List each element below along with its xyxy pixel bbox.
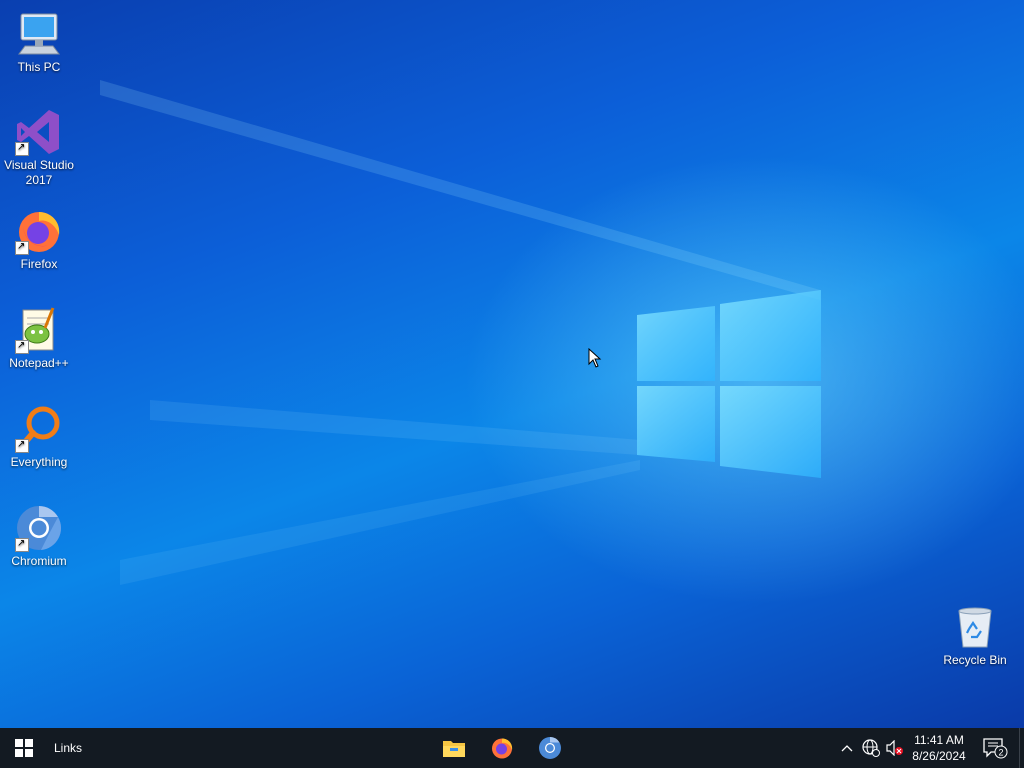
desktop-icon-label: Firefox <box>20 257 58 271</box>
desktop-icon-label: Notepad++ <box>9 356 69 370</box>
visual-studio-icon <box>15 108 63 156</box>
taskbar-firefox[interactable] <box>480 728 524 768</box>
clock-button[interactable]: 11:41 AM 8/26/2024 <box>906 728 972 768</box>
desktop-icon-label: This PC <box>17 60 61 74</box>
wallpaper-windows-logo <box>100 80 821 585</box>
desktop-icon-firefox[interactable]: Firefox <box>1 207 77 272</box>
volume-muted-icon <box>886 740 903 756</box>
volume-tray-button[interactable] <box>884 728 906 768</box>
desktop-icon-recycle-bin[interactable]: Recycle Bin <box>937 603 1013 668</box>
windows-logo-icon <box>15 739 33 757</box>
desktop-icon-label: Everything <box>10 455 68 469</box>
desktop-icon-label: Visual Studio 2017 <box>4 158 74 187</box>
desktop[interactable]: This PC Visual Studio 2017 Firefox <box>0 0 1024 728</box>
recycle-bin-icon <box>951 603 999 651</box>
desktop-icon-label: Recycle Bin <box>943 653 1007 667</box>
show-hidden-icons-button[interactable] <box>838 728 856 768</box>
notifications-icon: 2 <box>983 738 1008 759</box>
shortcut-arrow-icon <box>15 140 29 156</box>
links-label: Links <box>53 741 82 755</box>
taskbar-file-explorer[interactable] <box>432 728 476 768</box>
firefox-icon <box>15 207 63 255</box>
chevron-up-icon <box>841 745 853 752</box>
everything-search-icon <box>15 405 63 453</box>
shortcut-arrow-icon <box>15 536 29 552</box>
taskbar: Links 11:41 AM 8/26/2024 2 <box>0 728 1024 768</box>
start-button[interactable] <box>0 728 48 768</box>
taskbar-chromium[interactable] <box>528 728 572 768</box>
shortcut-arrow-icon <box>15 437 29 453</box>
action-center-button[interactable]: 2 <box>978 728 1012 768</box>
firefox-icon <box>492 738 513 759</box>
notification-count-badge: 2 <box>998 748 1003 758</box>
notepad-plus-plus-icon <box>15 306 63 354</box>
this-pc-icon <box>15 10 63 58</box>
network-globe-icon <box>862 739 880 757</box>
shortcut-arrow-icon <box>15 338 29 354</box>
network-tray-button[interactable] <box>860 728 882 768</box>
shortcut-arrow-icon <box>15 239 29 255</box>
desktop-icon-chromium[interactable]: Chromium <box>1 504 77 569</box>
clock-time: 11:41 AM <box>914 733 964 747</box>
chromium-icon <box>539 737 561 759</box>
show-desktop-button[interactable] <box>1019 728 1024 768</box>
desktop-icon-notepad-plus-plus[interactable]: Notepad++ <box>1 306 77 371</box>
chromium-icon <box>15 504 63 552</box>
desktop-icon-label: Chromium <box>11 554 67 568</box>
desktop-icon-everything[interactable]: Everything <box>1 405 77 470</box>
desktop-icon-this-pc[interactable]: This PC <box>1 10 77 75</box>
desktop-icon-visual-studio[interactable]: Visual Studio 2017 <box>1 108 77 188</box>
links-toolbar[interactable]: Links <box>48 728 88 768</box>
mouse-cursor-icon <box>588 348 602 368</box>
clock-date: 8/26/2024 <box>912 749 966 763</box>
file-explorer-icon <box>443 741 465 757</box>
